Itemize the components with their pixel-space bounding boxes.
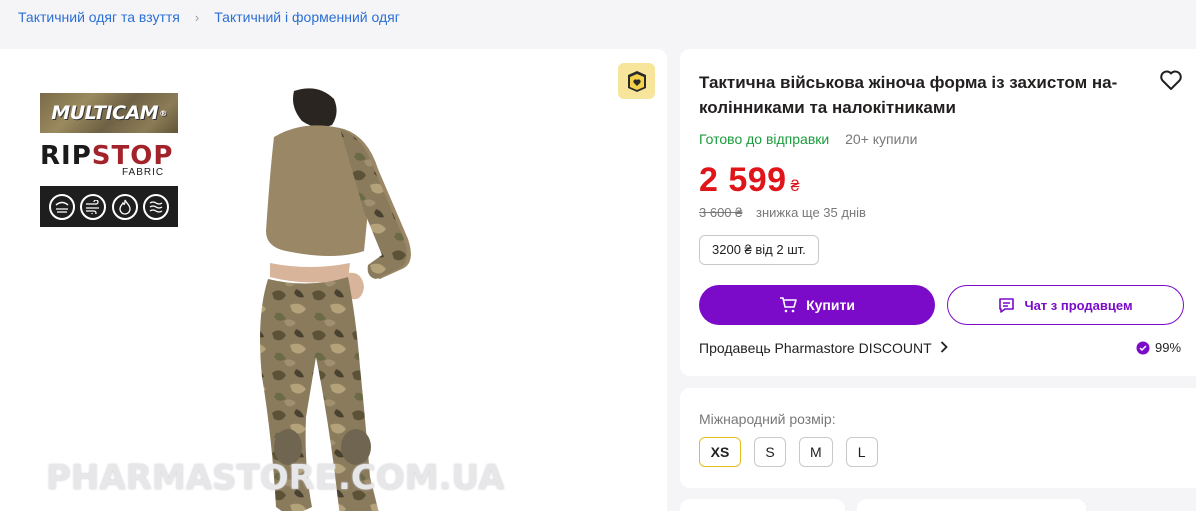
ready-status: Готово до відправки [699,131,830,147]
product-info-card: Тактична військова жіноча форма із захис… [680,49,1196,376]
old-price-row: 3 600 ₴ знижка ще 35 днів [699,205,866,220]
seller-rating: 99% [1136,340,1181,355]
breadcrumb-link-uniform[interactable]: Тактичний і форменний одяг [214,9,400,25]
ripstop-logo-rip: RIP [40,141,92,171]
product-photo[interactable] [230,87,460,511]
payment-card [857,499,1086,511]
availability-row: Готово до відправки 20+ купили [699,131,917,147]
chat-button-label: Чат з продавцем [1024,297,1133,313]
registered-mark: ® [159,108,167,118]
fabric-features-strip [40,186,178,227]
current-price: 2 599 ₴ [699,161,800,200]
windproof-icon [80,193,107,220]
box-heart-icon [627,71,646,92]
size-option-m[interactable]: M [799,437,833,467]
size-label: Міжнародний розмір: [699,411,836,427]
seller-link[interactable]: Продавець Pharmastore DISCOUNT [699,340,948,356]
size-selector-card: Міжнародний розмір: XS S M L [680,388,1196,488]
rating-badge-icon [1136,341,1150,354]
chevron-right-icon [940,340,948,356]
chat-icon [998,297,1015,313]
breadcrumb-link-tactical-clothing[interactable]: Тактичний одяг та взуття [18,9,180,25]
discount-note: знижка ще 35 днів [756,205,866,220]
product-title: Тактична військова жіноча форма із захис… [699,73,1118,117]
ripstop-logo: RIPSTOP FABRIC [40,143,180,179]
breathable-icon [143,193,170,220]
wholesale-price-chip[interactable]: 3200 ₴ від 2 шт. [699,235,819,265]
rating-value: 99% [1155,340,1182,355]
bought-count: 20+ купили [845,131,918,147]
size-options: XS S M L [699,437,891,467]
size-option-l[interactable]: L [845,437,878,467]
size-option-xs[interactable]: XS [699,437,741,467]
fire-resistant-icon [111,193,138,220]
buy-button[interactable]: Купити [699,285,935,325]
currency-sign: ₴ [790,178,800,195]
chevron-right-icon: › [194,9,200,25]
ripstop-logo-fabric: FABRIC [122,167,165,178]
price-value: 2 599 [699,161,787,199]
multicam-logo-text: MULTICAM [51,102,159,124]
buy-button-label: Купити [806,297,855,313]
gift-box-badge[interactable] [618,63,655,99]
chat-with-seller-button[interactable]: Чат з продавцем [947,285,1184,325]
size-option-s[interactable]: S [754,437,786,467]
seller-name: Продавець Pharmastore DISCOUNT [699,340,932,356]
delivery-card [680,499,845,511]
old-price: 3 600 ₴ [699,205,743,220]
breadcrumb: Тактичний одяг та взуття › Тактичний і ф… [18,8,400,26]
multicam-logo: MULTICAM ® [40,93,178,133]
product-gallery[interactable]: MULTICAM ® RIPSTOP FABRIC PHARMASTORE.CO… [0,49,667,511]
heart-icon[interactable] [1159,69,1185,95]
water-resistant-icon [48,193,75,220]
watermark: PHARMASTORE.COM.UA [46,458,505,498]
cart-icon [779,297,797,313]
